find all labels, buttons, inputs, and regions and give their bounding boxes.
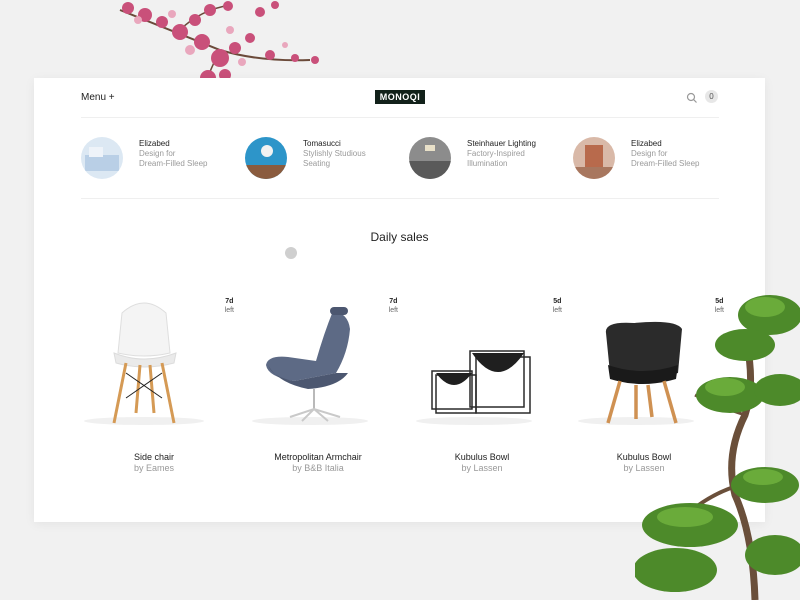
days-left-value: 5d bbox=[553, 298, 562, 305]
days-left-badge: 5d left bbox=[553, 297, 562, 315]
story-thumbnail bbox=[573, 137, 615, 179]
story-brand: Tomasucci bbox=[303, 139, 341, 148]
story-desc: Dream-Filled Sleep bbox=[139, 159, 208, 168]
story-item[interactable]: Steinhauer Lighting Factory-Inspired Ill… bbox=[409, 137, 569, 183]
story-desc: Illumination bbox=[467, 159, 508, 168]
days-left-label: left bbox=[388, 307, 398, 314]
product-card[interactable]: 7d left Side chair by Eames bbox=[74, 293, 234, 478]
story-desc: Dream-Filled Sleep bbox=[631, 159, 700, 168]
side-chair-image bbox=[84, 302, 204, 425]
bonsai-decoration bbox=[635, 295, 800, 600]
carousel-indicator[interactable] bbox=[285, 247, 297, 259]
product-name[interactable]: Metropolitan Armchair bbox=[238, 452, 398, 462]
story-brand: Steinhauer Lighting bbox=[467, 139, 536, 148]
product-designer: by Lassen bbox=[461, 463, 503, 473]
days-left-value: 7d bbox=[225, 298, 234, 305]
cart-count-badge[interactable]: 0 bbox=[705, 90, 718, 103]
story-item[interactable]: Elizabed Design for Dream-Filled Sleep bbox=[81, 137, 241, 183]
days-left-label: left bbox=[552, 307, 562, 314]
story-desc: Design for bbox=[631, 149, 668, 158]
stories-divider bbox=[81, 198, 719, 199]
story-thumbnail bbox=[81, 137, 123, 179]
product-card[interactable]: 5d left Kubulus Bowl by Lassen bbox=[402, 293, 562, 478]
story-desc: Seating bbox=[303, 159, 331, 168]
product-designer: by Eames bbox=[133, 463, 175, 473]
product-name[interactable]: Kubulus Bowl bbox=[402, 452, 562, 462]
days-left-badge: 7d left bbox=[389, 297, 398, 315]
product-name[interactable]: Side chair bbox=[74, 452, 234, 462]
brand-logo[interactable]: MONOQI bbox=[375, 90, 425, 104]
kubulus-bowl-image bbox=[416, 350, 532, 425]
story-thumbnail bbox=[245, 137, 287, 179]
days-left-value: 7d bbox=[389, 298, 398, 305]
days-left-label: left bbox=[224, 307, 234, 314]
story-desc: Stylishly Studious bbox=[303, 149, 366, 158]
armchair-image bbox=[252, 307, 368, 425]
header-divider bbox=[81, 117, 719, 118]
story-brand: Elizabed bbox=[631, 139, 662, 148]
days-left-badge: 7d left bbox=[225, 297, 234, 315]
story-item[interactable]: Elizabed Design for Dream-Filled Sleep bbox=[573, 137, 733, 183]
story-desc: Factory-Inspired bbox=[467, 149, 525, 158]
story-brand: Elizabed bbox=[139, 139, 170, 148]
product-card[interactable]: 7d left Metropolitan Armchair by B&B Ita… bbox=[238, 293, 398, 478]
story-desc: Design for bbox=[139, 149, 176, 158]
menu-button[interactable]: Menu + bbox=[81, 92, 115, 103]
search-icon[interactable] bbox=[686, 92, 698, 104]
product-designer: by B&B Italia bbox=[292, 463, 344, 473]
story-item[interactable]: Tomasucci Stylishly Studious Seating bbox=[245, 137, 405, 183]
section-title: Daily sales bbox=[370, 230, 429, 244]
story-thumbnail bbox=[409, 137, 451, 179]
